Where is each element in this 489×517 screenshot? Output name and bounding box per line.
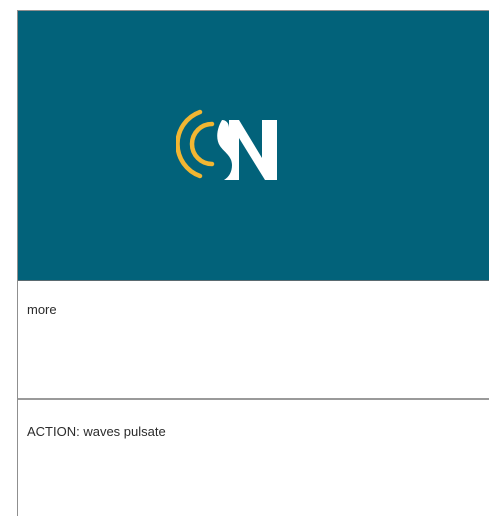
- inner-wave-arc: [189, 121, 215, 167]
- logo-banner: [18, 11, 489, 281]
- n-letter-mark: [217, 120, 277, 180]
- storyboard-frame: more ACTION: waves pulsate: [17, 10, 489, 517]
- panel-text-more: more: [27, 302, 57, 317]
- signal-waves: [176, 109, 215, 179]
- notes-panel-more: more: [18, 281, 489, 400]
- notes-panel-action: ACTION: waves pulsate: [18, 400, 489, 517]
- outer-wave-arc: [176, 109, 203, 179]
- wave-n-logo-icon: [176, 109, 277, 180]
- panel-text-action: ACTION: waves pulsate: [27, 424, 166, 439]
